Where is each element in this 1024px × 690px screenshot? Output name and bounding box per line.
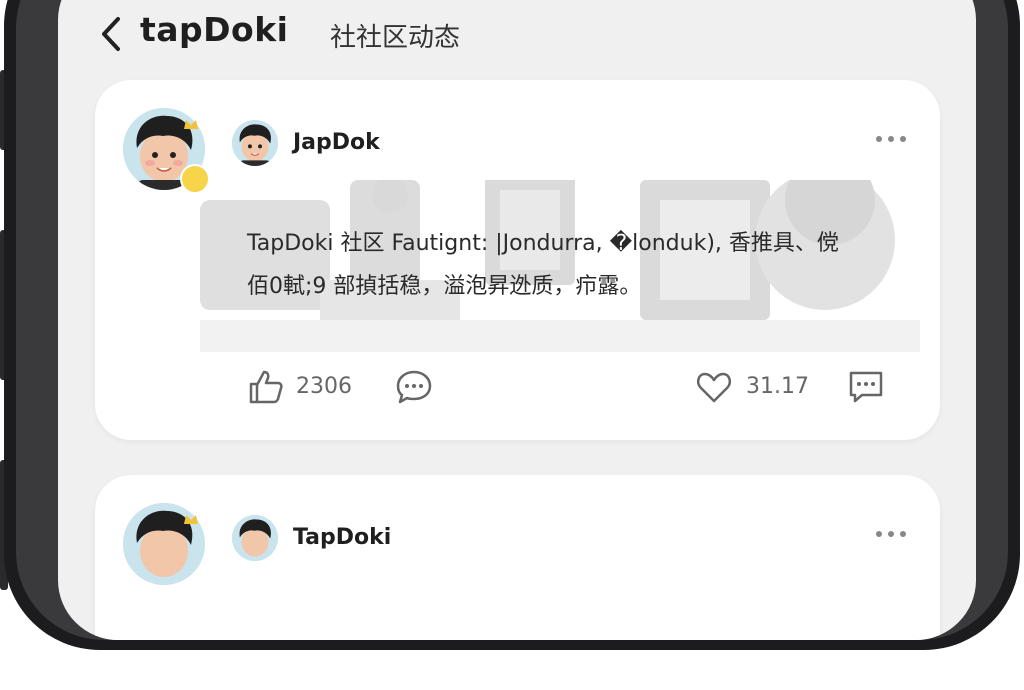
comment-button[interactable]	[395, 368, 435, 408]
username[interactable]: JapDok	[293, 130, 380, 155]
user-avatar[interactable]	[232, 515, 278, 561]
comment-bubble-icon	[396, 370, 432, 404]
heart-icon	[696, 372, 732, 403]
app-name: tapDoki	[140, 10, 289, 49]
favorite-count: 31.17	[746, 374, 809, 399]
verified-badge-icon	[180, 164, 210, 194]
top-header: tapDoki 社社区动态	[58, 0, 976, 60]
back-arrow-icon[interactable]	[96, 14, 126, 54]
phone-device: tapDoki 社社区动态 JapDok TapDoki 社区 Fautignt…	[0, 0, 1024, 690]
message-square-icon	[849, 371, 883, 403]
username[interactable]: TapDoki	[293, 525, 391, 550]
post-content: TapDoki 社区 Fautignt: |Jondurra, �londuk)…	[247, 222, 907, 308]
app-screen: tapDoki 社社区动态 JapDok TapDoki 社区 Fautignt…	[58, 0, 976, 640]
favorite-button[interactable]: 31.17	[695, 368, 815, 408]
post-text-line: 佰0軾;9 部揁括稳，溢泡昇迯质，疖露。	[247, 274, 642, 299]
like-button[interactable]: 2306	[247, 368, 367, 408]
avatar-face-icon	[232, 515, 278, 561]
post-card[interactable]: JapDok TapDoki 社区 Fautignt: |Jondurra, �…	[95, 80, 940, 440]
message-button[interactable]	[847, 368, 887, 408]
more-options-icon[interactable]	[874, 132, 908, 146]
post-card[interactable]: TapDoki	[95, 475, 940, 640]
post-text-line: TapDoki 社区 Fautignt: |Jondurra, �londuk)…	[247, 231, 839, 256]
user-avatar[interactable]	[232, 120, 278, 166]
more-options-icon[interactable]	[874, 527, 908, 541]
like-count: 2306	[296, 374, 352, 399]
crown-icon	[184, 120, 198, 129]
crown-icon	[184, 515, 198, 524]
page-title: 社社区动态	[330, 23, 461, 53]
avatar-face-icon	[232, 120, 278, 166]
thumbs-up-icon	[249, 370, 283, 404]
